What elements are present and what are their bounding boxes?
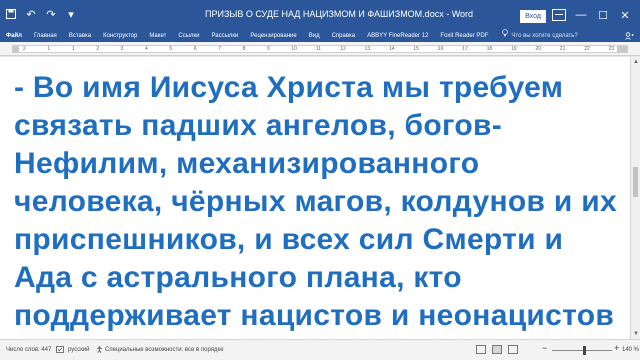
share-icon[interactable] <box>622 30 636 42</box>
title-bar: ↶ ↷ ▾ ПРИЗЫВ О СУДЕ НАД НАЦИЗМОМ И ФАШИЗ… <box>0 0 640 30</box>
zoom-out-button[interactable]: − <box>542 343 547 353</box>
document-page[interactable]: - Во имя Иисуса Христа мы требуем связат… <box>0 57 630 339</box>
signin-button[interactable]: Вход <box>520 10 546 23</box>
ruler-number: 5 <box>169 46 173 52</box>
ruler-track: 2 1 1 2 3 4 5 6 7 8 9 10 11 12 13 14 15 16 17 18 19 20 21 22 23 <box>12 45 628 53</box>
ruler-number: 15 <box>413 46 419 52</box>
document-line: Нефилим, механизированного <box>14 147 480 180</box>
ruler-number: 2 <box>23 46 26 52</box>
ruler-number: 11 <box>315 46 321 52</box>
ruler-number: 8 <box>242 46 246 52</box>
print-layout-icon[interactable] <box>492 345 502 354</box>
ruler-number: 19 <box>511 46 517 52</box>
ruler-number: 20 <box>535 46 541 52</box>
web-layout-icon[interactable] <box>508 345 518 354</box>
ruler-number: 3 <box>120 46 124 52</box>
tell-me-search[interactable]: Что вы хотите сделать? <box>502 29 578 42</box>
language-indicator[interactable]: русский <box>68 346 90 354</box>
tab-home[interactable]: Главная <box>28 30 63 42</box>
ruler-number: 18 <box>486 46 493 52</box>
ruler-number: 7 <box>218 46 221 52</box>
maximize-button[interactable]: ☐ <box>592 6 614 24</box>
tab-abbyy[interactable]: ABBYY FineReader 12 <box>361 30 434 42</box>
document-body[interactable]: - Во имя Иисуса Христа мы требуем связат… <box>14 69 617 335</box>
ruler-margin-left <box>13 46 19 52</box>
zoom-in-button[interactable]: + <box>614 343 619 353</box>
lightbulb-icon <box>502 29 509 42</box>
ruler-number: 14 <box>389 46 395 52</box>
tab-insert[interactable]: Вставка <box>63 30 97 42</box>
tab-layout[interactable]: Макет <box>143 30 172 42</box>
ribbon-display-options-icon[interactable] <box>552 9 566 21</box>
ruler-number: 21 <box>559 46 566 52</box>
ruler-number: 23 <box>608 46 615 52</box>
minimize-button[interactable]: — <box>570 6 592 24</box>
status-bar: Число слов: 447 русский Специальные возм… <box>0 339 640 360</box>
document-line: Ада с астрального плана, кто <box>14 261 462 294</box>
redo-icon[interactable]: ↷ <box>44 7 58 21</box>
ruler-number: 10 <box>291 46 297 52</box>
ruler-number: 9 <box>267 46 270 52</box>
ruler-number: 6 <box>193 46 197 52</box>
tab-file[interactable]: Файл <box>0 30 28 42</box>
close-button[interactable]: ✕ <box>614 6 636 24</box>
document-line: связать падших ангелов, богов- <box>14 109 503 142</box>
document-title: ПРИЗЫВ О СУДЕ НАД НАЦИЗМОМ И ФАШИЗМОМ.do… <box>205 9 474 19</box>
ruler-number: 1 <box>71 46 75 52</box>
tab-design[interactable]: Конструктор <box>97 30 143 42</box>
ruler-number: 13 <box>364 46 371 52</box>
ribbon-tabs: Файл Главная Вставка Конструктор Макет С… <box>0 29 640 42</box>
ruler-number: 17 <box>462 46 468 52</box>
ruler-number: 16 <box>437 46 444 52</box>
ruler-number: 2 <box>96 46 99 52</box>
customize-qat-icon[interactable]: ▾ <box>64 7 78 21</box>
undo-icon[interactable]: ↶ <box>24 7 38 21</box>
document-line: человека, чёрных магов, колдунов и их <box>14 185 617 218</box>
ruler-margin-right <box>617 46 627 52</box>
focus-mode-icon[interactable] <box>476 345 486 354</box>
document-line: - Во имя Иисуса Христа мы требуем <box>14 71 564 104</box>
scroll-down-icon[interactable]: ▼ <box>633 331 639 337</box>
tell-me-placeholder: Что вы хотите сделать? <box>511 32 578 39</box>
save-icon[interactable] <box>4 7 18 21</box>
window-controls: — ☐ ✕ <box>570 6 636 24</box>
word-count[interactable]: Число слов: 447 <box>6 346 51 354</box>
tab-mailings[interactable]: Рассылки <box>205 30 244 42</box>
scrollbar-thumb[interactable] <box>633 167 638 197</box>
tab-foxit[interactable]: Foxit Reader PDF <box>434 30 494 42</box>
tab-view[interactable]: Вид <box>303 30 326 42</box>
horizontal-ruler[interactable]: 2 1 1 2 3 4 5 6 7 8 9 10 11 12 13 14 15 16 17 18 19 20 21 22 23 <box>0 42 640 56</box>
quick-access-toolbar: ↶ ↷ ▾ <box>4 7 78 21</box>
ruler-number: 4 <box>145 46 148 52</box>
accessibility-icon[interactable] <box>96 346 103 356</box>
ruler-number: 12 <box>340 46 346 52</box>
zoom-level[interactable]: 140 % <box>622 346 639 354</box>
zoom-slider-thumb[interactable] <box>583 346 586 355</box>
vertical-scrollbar[interactable]: ▲ ▼ <box>630 57 640 339</box>
accessibility-status[interactable]: Специальные возможности: все в порядке <box>105 346 224 354</box>
ruler-number: 1 <box>47 46 51 52</box>
ruler-number: 22 <box>584 46 590 52</box>
tab-review[interactable]: Рецензирование <box>244 30 302 42</box>
proofing-icon[interactable] <box>56 346 64 356</box>
tab-references[interactable]: Ссылки <box>172 30 205 42</box>
document-line: приспешников, и всех сил Смерти и <box>14 223 564 256</box>
zoom-slider[interactable] <box>552 350 612 351</box>
tab-help[interactable]: Справка <box>326 30 362 42</box>
document-line: поддерживает нацистов и неонацистов <box>14 299 615 332</box>
scroll-up-icon[interactable]: ▲ <box>633 59 639 65</box>
